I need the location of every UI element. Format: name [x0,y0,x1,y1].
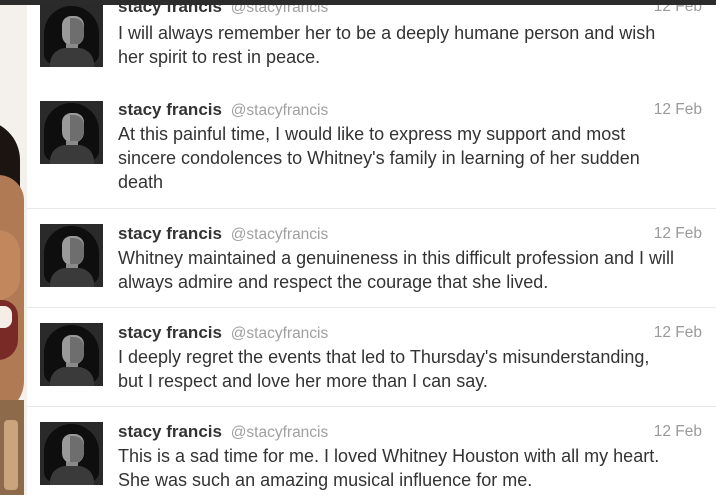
user-handle[interactable]: @stacyfrancis [231,226,329,243]
user-handle[interactable]: @stacyfrancis [231,102,329,119]
tweet-header: stacy francis @stacyfrancis 12 Feb [118,100,702,120]
tweet-text: Whitney maintained a genuineness in this… [118,246,702,294]
tweet-stream[interactable]: stacy francis @stacyfrancis 12 Feb I wil… [27,0,716,495]
avatar[interactable] [40,101,103,164]
avatar[interactable] [40,422,103,485]
tweet-text-line: her spirit to rest in peace. [118,47,321,67]
avatar[interactable] [40,4,103,67]
profile-background-photo [0,0,27,495]
tweet-timestamp[interactable]: 12 Feb [654,422,702,442]
tweet-text-line: At this painful time, I would like to ex… [118,124,626,144]
tweet-timestamp[interactable]: 12 Feb [654,323,702,343]
tweet-text-line: I will always remember her to be a deepl… [118,23,656,43]
tweet-header: stacy francis @stacyfrancis 12 Feb [118,224,702,244]
tweet-timestamp[interactable]: 12 Feb [654,224,702,244]
tweet-item[interactable]: stacy francis @stacyfrancis 12 Feb This … [27,407,716,495]
tweet-item[interactable]: stacy francis @stacyfrancis 12 Feb At th… [27,88,716,209]
avatar[interactable] [40,224,103,287]
user-handle[interactable]: @stacyfrancis [231,424,329,441]
user-name[interactable]: stacy francis [118,323,222,342]
tweet-text: I will always remember her to be a deepl… [118,21,702,69]
user-name[interactable]: stacy francis [118,422,222,441]
top-edge-bar [0,0,716,5]
user-handle[interactable]: @stacyfrancis [231,325,329,342]
avatar[interactable] [40,323,103,386]
user-name[interactable]: stacy francis [118,100,222,119]
tweet-text-line: Whitney maintained a genuineness in this… [118,248,674,268]
tweet-text-line: always admire and respect the courage th… [118,272,549,292]
tweet-text-line: She was such an amazing musical influenc… [118,470,533,490]
tweet-item[interactable]: stacy francis @stacyfrancis 12 Feb I wil… [27,0,716,89]
tweet-text-line: sincere condolences to Whitney's family … [118,148,640,168]
tweet-item[interactable]: stacy francis @stacyfrancis 12 Feb I dee… [27,308,716,407]
tweet-text-line: This is a sad time for me. I loved Whitn… [118,446,660,466]
tweet-timestamp[interactable]: 12 Feb [654,100,702,120]
tweet-header: stacy francis @stacyfrancis 12 Feb [118,422,702,442]
tweet-text: This is a sad time for me. I loved Whitn… [118,444,702,492]
tweet-header: stacy francis @stacyfrancis 12 Feb [118,323,702,343]
tweet-item[interactable]: stacy francis @stacyfrancis 12 Feb Whitn… [27,209,716,308]
user-name[interactable]: stacy francis [118,224,222,243]
tweet-text-line: death [118,172,164,192]
tweet-text: At this painful time, I would like to ex… [118,122,702,194]
tweet-text-line: I deeply regret the events that led to T… [118,347,650,367]
tweet-text-line: but I respect and love her more than I c… [118,371,488,391]
tweet-text: I deeply regret the events that led to T… [118,345,702,393]
